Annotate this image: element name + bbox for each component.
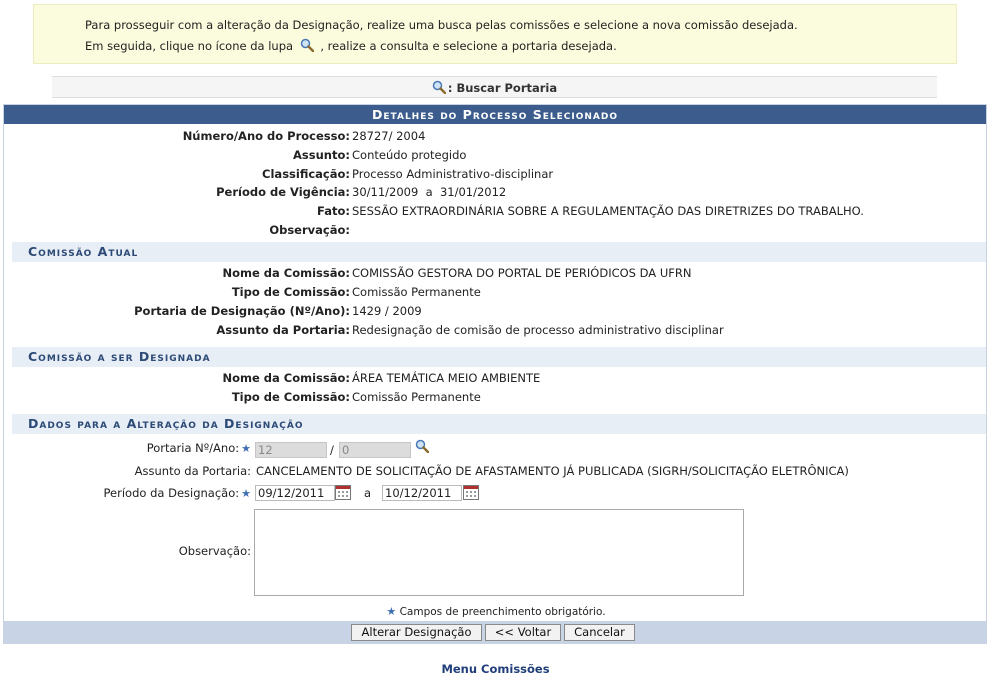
field-row: Período de Vigência: 30/11/2009 a 31/01/… xyxy=(216,185,507,199)
periodo-row: Período da Designação: ★ xyxy=(103,486,251,500)
field-row: Nome da Comissão: COMISSÃO GESTORA DO PO… xyxy=(222,266,692,280)
date-start-input[interactable]: 09/12/2011 xyxy=(255,485,335,501)
instructions-box: Para prosseguir com a alteração da Desig… xyxy=(33,4,957,64)
field-row: Assunto: Conteúdo protegido xyxy=(293,148,467,162)
designation-form: Detalhes do Processo Selecionado Número/… xyxy=(3,104,987,644)
new-commission-header: Comissão a ser Designada xyxy=(12,347,986,367)
field-row: Nome da Comissão: ÁREA TEMÁTICA MEIO AMB… xyxy=(222,371,541,385)
field-row: Observação: xyxy=(269,223,350,237)
required-star-icon: ★ xyxy=(386,605,397,618)
portaria-year-input[interactable]: 0 xyxy=(339,442,411,458)
assunto-value: CANCELAMENTO DE SOLICITAÇÃO DE AFASTAMEN… xyxy=(256,464,849,478)
field-row: Número/Ano do Processo: 28727/ 2004 xyxy=(182,129,426,143)
required-fields-note: ★ Campos de preenchimento obrigatório. xyxy=(386,605,606,618)
current-commission-header: Comissão Atual xyxy=(12,242,986,262)
search-portaria-label[interactable]: : Buscar Portaria xyxy=(448,81,557,95)
slash-separator: / xyxy=(330,443,334,457)
calendar-icon[interactable] xyxy=(335,485,351,500)
button-bar: Alterar Designação << Voltar Cancelar xyxy=(4,621,986,643)
process-details-caption: Detalhes do Processo Selecionado xyxy=(4,105,986,124)
field-row: Portaria de Designação (Nº/Ano): 1429 / … xyxy=(134,304,422,318)
voltar-button[interactable]: << Voltar xyxy=(485,624,561,641)
menu-comissoes-link[interactable]: Menu Comissões xyxy=(0,662,991,676)
instruction-line-1: Para prosseguir com a alteração da Desig… xyxy=(85,18,798,32)
field-row: Fato: SESSÃO EXTRAORDINÁRIA SOBRE A REGU… xyxy=(317,204,864,218)
date-end-input[interactable]: 10/12/2011 xyxy=(382,485,462,501)
field-row: Assunto da Portaria: Redesignação de com… xyxy=(216,323,724,337)
observacao-textarea[interactable] xyxy=(254,509,744,596)
field-row: Tipo de Comissão: Comissão Permanente xyxy=(231,390,481,404)
required-star-icon: ★ xyxy=(241,487,251,500)
search-portaria-bar[interactable]: : Buscar Portaria xyxy=(52,76,937,98)
change-data-header: Dados para a Alteração da Designação xyxy=(12,414,986,434)
required-star-icon: ★ xyxy=(241,442,251,455)
portaria-number-input[interactable]: 12 xyxy=(255,442,327,458)
field-row: Tipo de Comissão: Comissão Permanente xyxy=(231,285,481,299)
alterar-designacao-button[interactable]: Alterar Designação xyxy=(351,624,482,641)
assunto-row: Assunto da Portaria: CANCELAMENTO DE SOL… xyxy=(4,461,986,481)
instruction-line-2: Em seguida, clique no ícone da lupa , re… xyxy=(85,38,617,53)
date-separator: a xyxy=(364,486,372,500)
search-icon[interactable] xyxy=(432,80,446,94)
cancelar-button[interactable]: Cancelar xyxy=(564,624,635,641)
calendar-icon[interactable] xyxy=(463,485,479,500)
magnifier-icon xyxy=(300,38,314,52)
field-row: Classificação: Processo Administrativo-d… xyxy=(262,167,554,181)
portaria-row: Portaria Nº/Ano: ★ xyxy=(146,441,251,455)
search-portaria-icon[interactable] xyxy=(415,439,429,453)
